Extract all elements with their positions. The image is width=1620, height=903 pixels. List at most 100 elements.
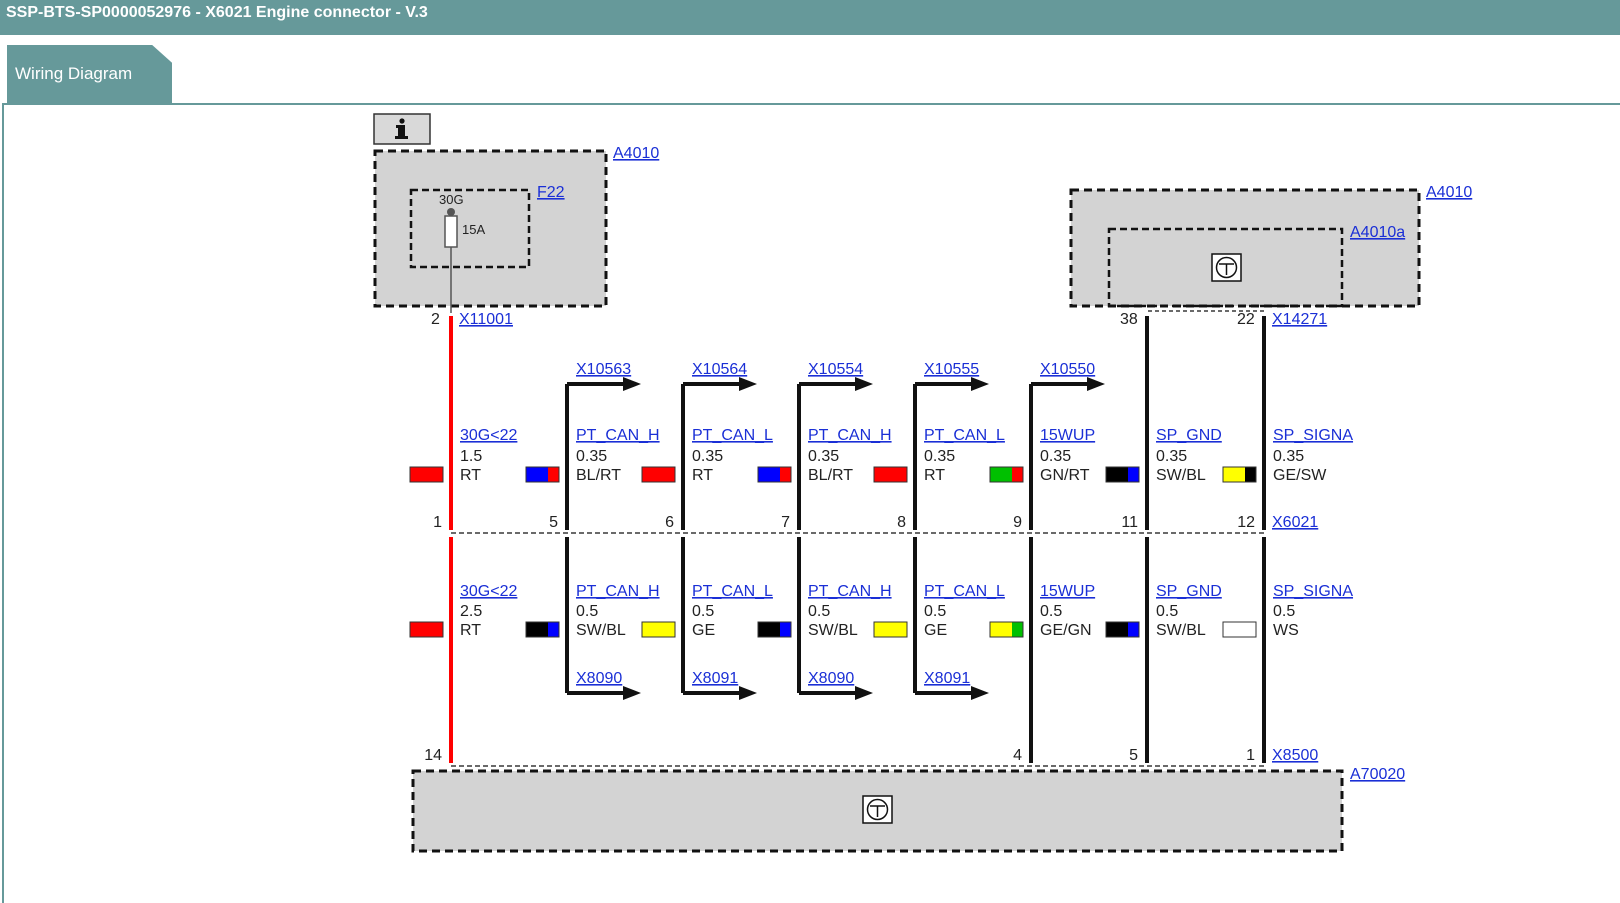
wire-upper-name-4[interactable]: PT_CAN_H [808, 427, 892, 444]
wire-upper-swatch-2-primary [526, 467, 548, 482]
wire-lower-swatch-2-primary [526, 622, 548, 637]
link-x8500[interactable]: X8500 [1272, 747, 1318, 764]
wire-upper-swatch-8-primary [1223, 467, 1245, 482]
wire-upper-size-8: 0.35 [1273, 448, 1304, 465]
pin-lower-8: 1 [1246, 747, 1255, 764]
wire-upper-swatch-7-stripe [1128, 467, 1139, 482]
pin-lower-7: 5 [1129, 747, 1138, 764]
pin-upper-5: 8 [897, 514, 906, 531]
wire-lower-size-6: 0.5 [1040, 603, 1062, 620]
info-button[interactable] [373, 113, 431, 145]
ground-symbol-icon [1211, 253, 1242, 282]
wire-lower-name-5[interactable]: PT_CAN_L [924, 583, 1005, 600]
link-a4010a[interactable]: A4010a [1350, 224, 1405, 241]
pin-lower-6: 4 [1013, 747, 1022, 764]
wire-upper-swatch-1 [409, 466, 444, 483]
wire-lower-name-3[interactable]: PT_CAN_L [692, 583, 773, 600]
pin-upper-8: 12 [1237, 514, 1255, 531]
link-a4010-right[interactable]: A4010 [1426, 184, 1472, 201]
wire-lower-name-6[interactable]: 15WUP [1040, 583, 1095, 600]
wire-upper-color-6: GN/RT [1040, 467, 1090, 484]
wire-lower-swatch-4-primary [758, 622, 780, 637]
wire-lower-swatch-2-stripe [548, 622, 559, 637]
wire-lower-color-5: GE [924, 622, 947, 639]
wire-lower-size-3: 0.5 [692, 603, 714, 620]
connector-lower-5-link[interactable]: X8091 [924, 670, 970, 687]
pin-upper-1: 1 [433, 514, 442, 531]
wire-upper-name-1[interactable]: 30G<22 [460, 427, 517, 444]
wire-lower-swatch-4-stripe [780, 622, 791, 637]
connector-upper-3-arrowhead-icon [739, 377, 757, 391]
wire-upper-swatch-2-stripe [548, 467, 559, 482]
wire-lower-swatch-7-stripe [1128, 622, 1139, 637]
pin-x11001: 2 [431, 311, 440, 328]
wire-lower-name-7[interactable]: SP_GND [1156, 583, 1222, 600]
connector-upper-6-link[interactable]: X10550 [1040, 361, 1095, 378]
wire-upper-color-5: RT [924, 467, 945, 484]
wire-upper-size-6: 0.35 [1040, 448, 1071, 465]
wire-upper-color-4: BL/RT [808, 467, 853, 484]
wire-lower-color-3: GE [692, 622, 715, 639]
connector-lower-5-arrowhead-icon [971, 686, 989, 700]
connector-lower-4-arrowhead-icon [855, 686, 873, 700]
wire-lower-name-4[interactable]: PT_CAN_H [808, 583, 892, 600]
pin-upper-4: 7 [781, 514, 790, 531]
pin-38: 38 [1120, 311, 1138, 328]
wire-lower-swatch-6-stripe [1012, 622, 1023, 637]
wire-lower-swatch-3 [641, 621, 676, 638]
module-a4010-right [1069, 188, 1421, 308]
wire-upper-name-3[interactable]: PT_CAN_L [692, 427, 773, 444]
pin-upper-2: 5 [549, 514, 558, 531]
link-f22[interactable]: F22 [537, 184, 565, 201]
link-x11001[interactable]: X11001 [459, 311, 513, 328]
connector-upper-4-link[interactable]: X10554 [808, 361, 863, 378]
wire-lower-color-6: GE/GN [1040, 622, 1092, 639]
wire-lower-name-8[interactable]: SP_SIGNA [1273, 583, 1353, 600]
wire-upper-name-7[interactable]: SP_GND [1156, 427, 1222, 444]
wire-lower-swatch-6-primary [990, 622, 1012, 637]
wire-lower-size-2: 0.5 [576, 603, 598, 620]
connector-lower-2-link[interactable]: X8090 [576, 670, 622, 687]
connector-upper-3-link[interactable]: X10564 [692, 361, 747, 378]
wire-upper-name-8[interactable]: SP_SIGNA [1273, 427, 1353, 444]
wire-upper-color-7: SW/BL [1156, 467, 1206, 484]
wire-upper-size-7: 0.35 [1156, 448, 1187, 465]
fuse-rating: 15A [462, 222, 485, 237]
wire-lower-color-4: SW/BL [808, 622, 858, 639]
connector-lower-4-link[interactable]: X8090 [808, 670, 854, 687]
wiring-diagram: A4010 F22 30G 15A 2 X11001 A4010 A4010a … [373, 113, 1472, 853]
connector-upper-2-link[interactable]: X10563 [576, 361, 631, 378]
wire-upper-swatch-3 [641, 466, 676, 483]
wire-lower-color-7: SW/BL [1156, 622, 1206, 639]
wire-upper-swatch-8-stripe [1245, 467, 1256, 482]
link-x14271[interactable]: X14271 [1272, 311, 1327, 328]
wire-group: 30G<22 1.5 RT 1 X10563 PT_CAN_H 0.35 BL/RT 5 X105… [409, 316, 1353, 764]
pin-lower-1: 14 [424, 747, 442, 764]
link-a70020[interactable]: A70020 [1350, 766, 1405, 783]
wire-upper-name-6[interactable]: 15WUP [1040, 427, 1095, 444]
wire-upper-size-5: 0.35 [924, 448, 955, 465]
wire-upper-name-5[interactable]: PT_CAN_L [924, 427, 1005, 444]
wire-lower-swatch-7-primary [1106, 622, 1128, 637]
wire-upper-swatch-5 [873, 466, 908, 483]
connector-lower-3-link[interactable]: X8091 [692, 670, 738, 687]
wire-upper-color-8: GE/SW [1273, 467, 1327, 484]
wire-upper-swatch-4-primary [758, 467, 780, 482]
wire-lower-size-7: 0.5 [1156, 603, 1178, 620]
ground-symbol-icon [862, 795, 893, 824]
fuse-terminal-label: 30G [439, 192, 464, 207]
wire-upper-size-3: 0.35 [692, 448, 723, 465]
connector-upper-5-link[interactable]: X10555 [924, 361, 979, 378]
connector-upper-6-arrowhead-icon [1087, 377, 1105, 391]
wire-lower-name-1[interactable]: 30G<22 [460, 583, 517, 600]
wire-lower-size-4: 0.5 [808, 603, 830, 620]
connector-upper-2-arrowhead-icon [623, 377, 641, 391]
wire-lower-name-2[interactable]: PT_CAN_H [576, 583, 660, 600]
link-a4010-left[interactable]: A4010 [613, 145, 659, 162]
wire-lower-color-8: WS [1273, 622, 1299, 639]
link-x6021[interactable]: X6021 [1272, 514, 1318, 531]
wire-upper-name-2[interactable]: PT_CAN_H [576, 427, 660, 444]
wire-upper-size-4: 0.35 [808, 448, 839, 465]
wire-upper-swatch-6-stripe [1012, 467, 1023, 482]
wire-upper-swatch-7-primary [1106, 467, 1128, 482]
